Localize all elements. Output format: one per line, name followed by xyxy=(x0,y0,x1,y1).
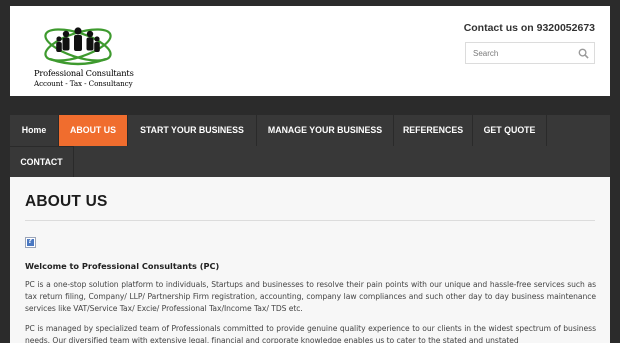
contact-phone: Contact us on 9320052673 xyxy=(463,22,595,34)
main-content: ABOUT US ? Welcome to Professional Consu… xyxy=(10,177,610,343)
welcome-heading: Welcome to Professional Consultants (PC) xyxy=(25,261,220,271)
nav-item-home[interactable]: Home xyxy=(10,115,59,146)
logo-people-globe-icon xyxy=(44,27,112,66)
nav-item-start-your-business[interactable]: START YOUR BUSINESS xyxy=(128,115,257,146)
about-paragraph: PC is a one-stop solution platform to in… xyxy=(25,280,596,313)
search-box xyxy=(465,42,595,64)
logo-name: Professional Consultants xyxy=(34,68,134,78)
title-divider xyxy=(25,220,595,221)
broken-image-icon: ? xyxy=(25,237,36,248)
page-title: ABOUT US xyxy=(25,193,108,210)
about-paragraph: PC is managed by specialized team of Pro… xyxy=(25,324,596,343)
nav-item-references[interactable]: REFERENCES xyxy=(394,115,473,146)
site-header: Professional Consultants Account - Tax -… xyxy=(10,6,610,96)
nav-item-get-quote[interactable]: GET QUOTE xyxy=(473,115,547,146)
site-logo[interactable]: Professional Consultants Account - Tax -… xyxy=(34,21,134,89)
main-navigation: Home ABOUT US START YOUR BUSINESS MANAGE… xyxy=(10,115,610,177)
search-icon[interactable] xyxy=(578,48,589,59)
search-input[interactable] xyxy=(466,43,574,63)
logo-tagline: Account - Tax - Consultancy xyxy=(34,79,133,88)
nav-item-about-us[interactable]: ABOUT US xyxy=(59,115,128,146)
nav-item-contact[interactable]: CONTACT xyxy=(10,146,74,177)
nav-item-manage-your-business[interactable]: MANAGE YOUR BUSINESS xyxy=(257,115,394,146)
